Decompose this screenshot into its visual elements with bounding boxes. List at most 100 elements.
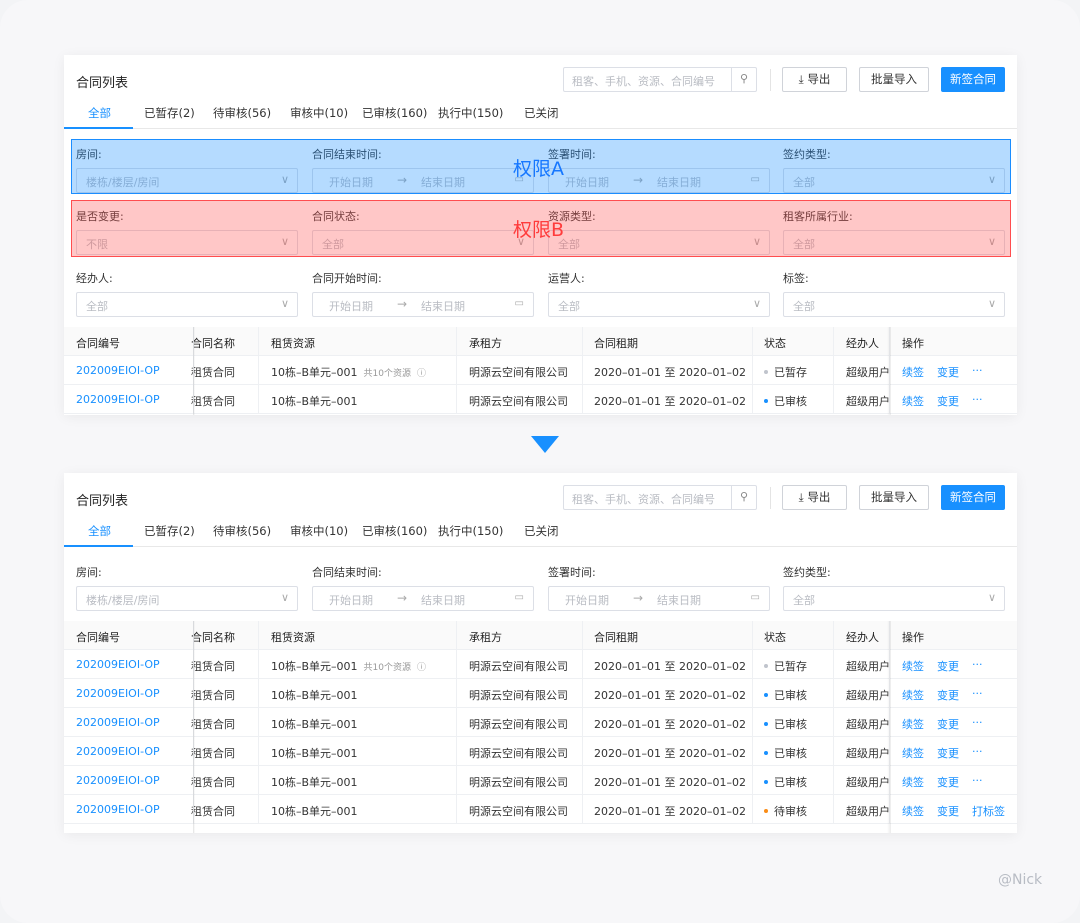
change-link[interactable]: 变更 xyxy=(937,716,959,732)
resource-text: 10栋–B单元–001 xyxy=(271,660,358,673)
batch-import-button[interactable]: 批量导入 xyxy=(859,67,929,92)
export-button[interactable]: ⤓ 导出 xyxy=(782,485,847,510)
table-row[interactable]: 202009EIOI-OP 租赁合同 10栋–B单元–001 明源云空间有限公司 202… xyxy=(64,795,1017,824)
change-link[interactable]: 变更 xyxy=(937,393,959,409)
more-icon[interactable]: ··· xyxy=(972,364,983,377)
calendar-icon: ▭ xyxy=(514,592,524,603)
tab-draft[interactable]: 已暂存(2) xyxy=(144,105,195,121)
tab-pending[interactable]: 待审核(56) xyxy=(213,105,271,121)
tab-draft[interactable]: 已暂存(2) xyxy=(144,523,195,539)
col-header-status: 状态 xyxy=(764,631,786,644)
tag-select[interactable]: 全部 ∨ xyxy=(783,292,1005,317)
tab-closed[interactable]: 已关闭 xyxy=(524,523,559,539)
renew-link[interactable]: 续签 xyxy=(902,716,924,732)
search-icon[interactable]: ⚲ xyxy=(731,68,756,91)
column-divider xyxy=(582,385,583,414)
tab-pending[interactable]: 待审核(56) xyxy=(213,523,271,539)
column-divider xyxy=(752,679,753,708)
status-tabs: 全部 已暂存(2) 待审核(56) 审核中(10) 已审核(160) 执行中(1… xyxy=(64,519,1017,547)
handler-select[interactable]: 全部 ∨ xyxy=(76,292,298,317)
permission-a-label: 权限A xyxy=(513,158,564,180)
table-row[interactable]: 202009EIOI-OP 租赁合同 10栋–B单元–001 明源云空间有限公司 202… xyxy=(64,708,1017,737)
tab-approved[interactable]: 已审核(160) xyxy=(362,105,427,121)
more-icon[interactable]: ··· xyxy=(972,393,983,406)
renew-link[interactable]: 续签 xyxy=(902,687,924,703)
contract-id-link[interactable]: 202009EIOI-OP xyxy=(76,803,160,816)
search-input[interactable]: 租客、手机、资源、合同编号 ⚲ xyxy=(563,485,757,510)
sign-date-range[interactable]: 开始日期 → 结束日期 ▭ xyxy=(548,586,770,611)
more-icon[interactable]: ··· xyxy=(972,716,983,729)
renew-link[interactable]: 续签 xyxy=(902,658,924,674)
tab-all[interactable]: 全部 xyxy=(88,523,111,539)
more-icon[interactable]: ··· xyxy=(972,658,983,671)
tag-link[interactable]: 打标签 xyxy=(972,803,1005,819)
renew-link[interactable]: 续签 xyxy=(902,803,924,819)
header: 合同列表 租客、手机、资源、合同编号 ⚲ ⤓ 导出 批量导入 新签合同 xyxy=(64,473,1017,523)
sign-type-placeholder: 全部 xyxy=(793,594,815,607)
table-row[interactable]: 202009EIOI-OP 租赁合同 10栋–B单元–001 共10个资源 ⓘ 明源云空间… xyxy=(64,356,1017,385)
status-tabs: 全部 已暂存(2) 待审核(56) 审核中(10) 已审核(160) 执行中(1… xyxy=(64,101,1017,129)
column-divider xyxy=(833,766,834,795)
end-date-placeholder: 结束日期 xyxy=(657,594,701,607)
status-dot-icon xyxy=(764,370,768,374)
new-contract-button[interactable]: 新签合同 xyxy=(941,485,1005,510)
contract-id-link[interactable]: 202009EIOI-OP xyxy=(76,745,160,758)
arrow-right-icon: → xyxy=(633,591,644,605)
column-divider xyxy=(833,621,834,650)
renew-link[interactable]: 续签 xyxy=(902,774,924,790)
table-row[interactable]: 202009EIOI-OP 租赁合同 10栋–B单元–001 明源云空间有限公司 202… xyxy=(64,766,1017,795)
tab-reviewing[interactable]: 审核中(10) xyxy=(290,523,348,539)
change-link[interactable]: 变更 xyxy=(937,658,959,674)
status-text: 待审核 xyxy=(774,805,807,818)
sign-time-label: 签署时间: xyxy=(548,566,596,579)
tab-closed[interactable]: 已关闭 xyxy=(524,105,559,121)
operator-label: 运营人: xyxy=(548,272,585,285)
info-icon[interactable]: ⓘ xyxy=(417,663,426,673)
operator-select[interactable]: 全部 ∨ xyxy=(548,292,770,317)
search-icon[interactable]: ⚲ xyxy=(731,486,756,509)
tab-executing[interactable]: 执行中(150) xyxy=(438,523,503,539)
tab-reviewing[interactable]: 审核中(10) xyxy=(290,105,348,121)
batch-import-button[interactable]: 批量导入 xyxy=(859,485,929,510)
tab-all[interactable]: 全部 xyxy=(88,105,111,121)
table-row[interactable]: 202009EIOI-OP 租赁合同 10栋–B单元–001 共10个资源 ⓘ 明源云空间… xyxy=(64,650,1017,679)
resource-text: 10栋–B单元–001 xyxy=(271,689,358,702)
change-link[interactable]: 变更 xyxy=(937,364,959,380)
chevron-down-icon: ∨ xyxy=(987,591,996,604)
contract-id-link[interactable]: 202009EIOI-OP xyxy=(76,774,160,787)
end-date-range[interactable]: 开始日期 → 结束日期 ▭ xyxy=(312,586,534,611)
change-link[interactable]: 变更 xyxy=(937,774,959,790)
contract-id-link[interactable]: 202009EIOI-OP xyxy=(76,364,160,377)
renew-link[interactable]: 续签 xyxy=(902,393,924,409)
begin-date-range[interactable]: 开始日期 → 结束日期 ▭ xyxy=(312,292,534,317)
contract-id-link[interactable]: 202009EIOI-OP xyxy=(76,393,160,406)
tab-approved[interactable]: 已审核(160) xyxy=(362,523,427,539)
more-icon[interactable]: ··· xyxy=(972,745,983,758)
change-link[interactable]: 变更 xyxy=(937,687,959,703)
table-row[interactable]: 202009EIOI-OP 租赁合同 10栋–B单元–001 明源云空间有限公司 202… xyxy=(64,385,1017,414)
change-link[interactable]: 变更 xyxy=(937,745,959,761)
table-row[interactable]: 202009EIOI-OP 租赁合同 10栋–B单元–001 明源云空间有限公司 202… xyxy=(64,679,1017,708)
renew-link[interactable]: 续签 xyxy=(902,364,924,380)
contract-id-link[interactable]: 202009EIOI-OP xyxy=(76,658,160,671)
change-link[interactable]: 变更 xyxy=(937,803,959,819)
more-icon[interactable]: ··· xyxy=(972,774,983,787)
column-divider xyxy=(258,650,259,679)
more-icon[interactable]: ··· xyxy=(972,687,983,700)
contract-id-link[interactable]: 202009EIOI-OP xyxy=(76,716,160,729)
lease-period: 2020–01–01 至 2020–01–02 xyxy=(594,660,746,673)
status-dot-icon xyxy=(764,780,768,784)
resource-cell: 10栋–B单元–001 xyxy=(271,745,358,761)
export-button[interactable]: ⤓ 导出 xyxy=(782,67,847,92)
contract-id-link[interactable]: 202009EIOI-OP xyxy=(76,687,160,700)
info-icon[interactable]: ⓘ xyxy=(417,369,426,379)
resource-cell: 10栋–B单元–001 xyxy=(271,803,358,819)
search-input[interactable]: 租客、手机、资源、合同编号 ⚲ xyxy=(563,67,757,92)
sign-type-select[interactable]: 全部 ∨ xyxy=(783,586,1005,611)
renew-link[interactable]: 续签 xyxy=(902,745,924,761)
room-select[interactable]: 楼栋/楼层/房间 ∨ xyxy=(76,586,298,611)
tab-executing[interactable]: 执行中(150) xyxy=(438,105,503,121)
new-contract-button[interactable]: 新签合同 xyxy=(941,67,1005,92)
column-divider xyxy=(582,795,583,824)
table-row[interactable]: 202009EIOI-OP 租赁合同 10栋–B单元–001 明源云空间有限公司 202… xyxy=(64,737,1017,766)
